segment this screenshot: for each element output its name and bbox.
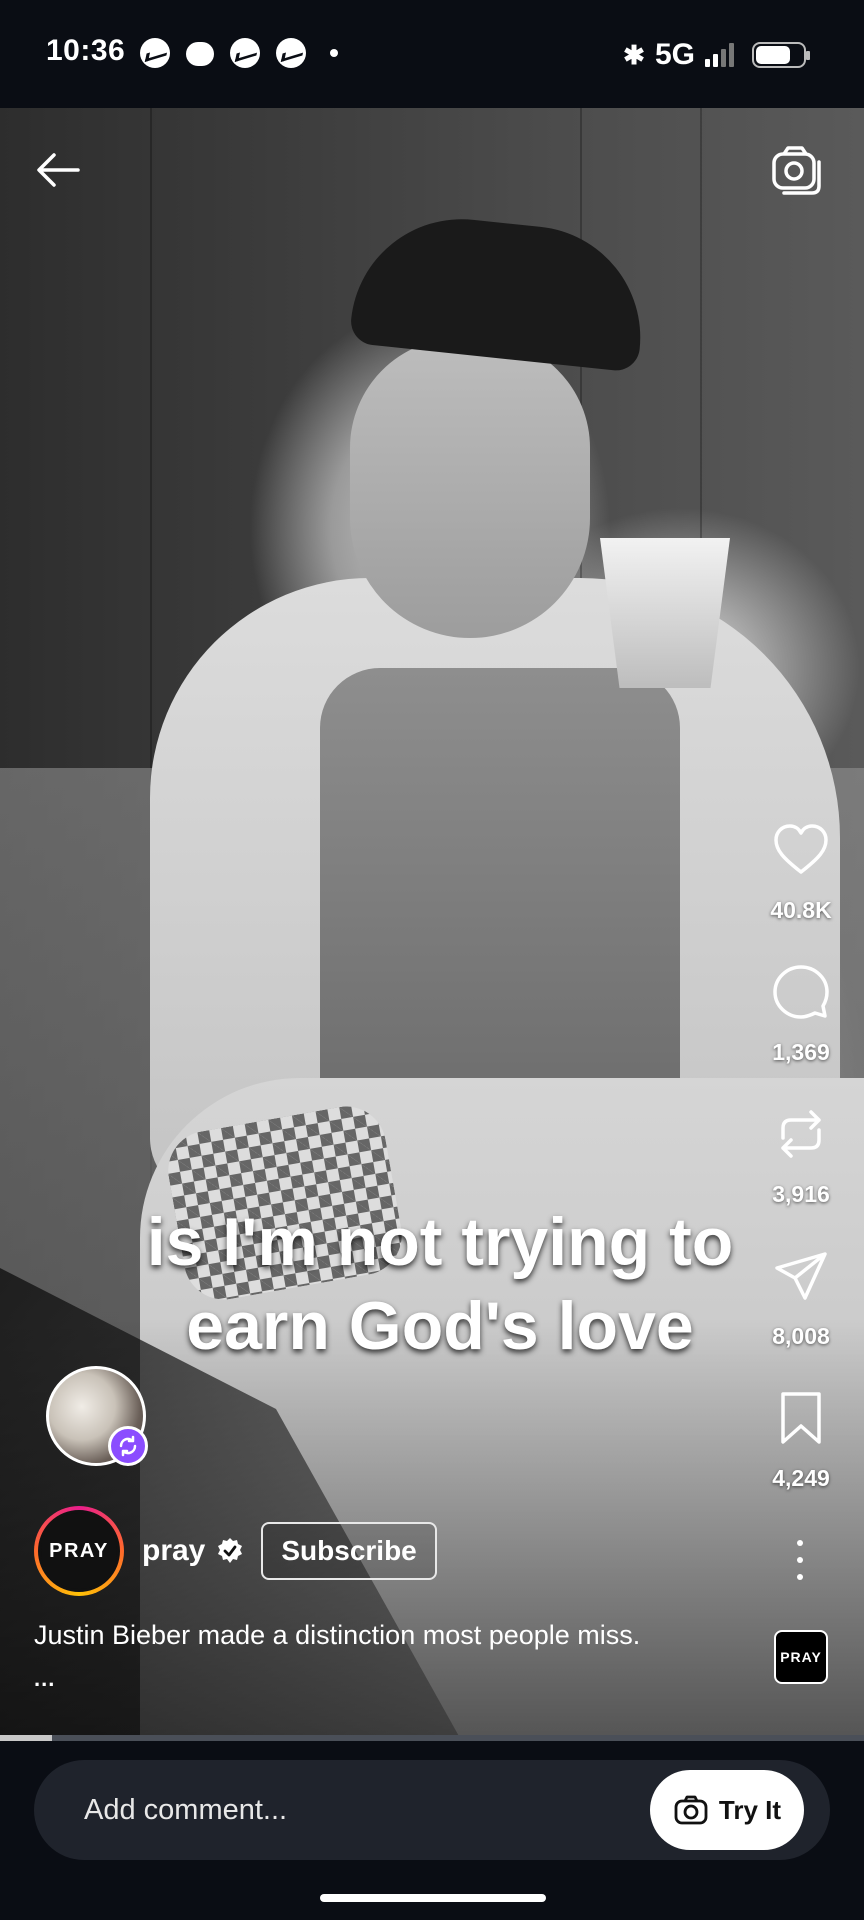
- comment-count: 1,369: [772, 1039, 830, 1065]
- refresh-icon: [119, 1435, 137, 1457]
- like-action[interactable]: 40.8K: [756, 820, 846, 924]
- chat-icon: [186, 42, 214, 66]
- notification-icons: [140, 38, 338, 68]
- repost-icon: [781, 1110, 821, 1158]
- try-it-button[interactable]: Try It: [650, 1770, 804, 1850]
- post-description[interactable]: Justin Bieber made a distinction most pe…: [34, 1620, 754, 1651]
- more-dot: [797, 1574, 803, 1580]
- video-player[interactable]: [0, 108, 864, 1738]
- author-avatar[interactable]: PRAY: [34, 1506, 124, 1596]
- arrow-left-icon: [37, 153, 80, 187]
- person-cap: [348, 208, 652, 373]
- author-avatar-text: PRAY: [38, 1510, 120, 1592]
- verified-icon: [218, 1538, 243, 1563]
- subscribe-button[interactable]: Subscribe: [261, 1522, 437, 1580]
- network-label: 5G: [654, 38, 695, 71]
- author-row: PRAY pray Subscribe: [34, 1506, 437, 1596]
- share-count: 8,008: [772, 1323, 830, 1349]
- share-action[interactable]: 8,008: [756, 1246, 846, 1350]
- save-action[interactable]: 4,249: [756, 1388, 846, 1492]
- save-count: 4,249: [772, 1465, 830, 1491]
- like-count: 40.8K: [770, 897, 832, 923]
- repost-action[interactable]: 3,916: [756, 1104, 846, 1208]
- person-face: [350, 338, 590, 638]
- comment-action[interactable]: 1,369: [756, 962, 846, 1066]
- back-button[interactable]: [30, 140, 90, 200]
- more-options-button[interactable]: [790, 1540, 810, 1580]
- reel-screen: 10:36 ✱ 5G is I'm not trying to earn God…: [0, 0, 864, 1920]
- signal-icon: [705, 43, 734, 67]
- more-dot: [797, 1557, 803, 1563]
- status-bar: 10:36 ✱ 5G: [0, 0, 864, 108]
- status-time: 10:36: [46, 34, 126, 67]
- home-indicator[interactable]: [320, 1894, 546, 1902]
- video-progress-bar[interactable]: [0, 1735, 864, 1741]
- video-caption: is I'm not trying to earn God's love: [146, 1204, 734, 1364]
- messenger-icon: [276, 38, 306, 68]
- dot-icon: [330, 49, 338, 57]
- collab-badge: [108, 1426, 148, 1466]
- video-progress-fill: [0, 1735, 52, 1741]
- camera-icon: [674, 1795, 708, 1825]
- status-right: ✱ 5G: [623, 38, 810, 72]
- author-name[interactable]: pray: [142, 1534, 205, 1568]
- camera-button[interactable]: [766, 140, 826, 200]
- paper-cup: [600, 538, 730, 688]
- more-dot: [797, 1540, 803, 1546]
- messenger-icon: [140, 38, 170, 68]
- send-icon: [775, 1252, 827, 1300]
- bluetooth-icon: ✱: [623, 39, 645, 70]
- audio-badge[interactable]: PRAY: [774, 1630, 828, 1684]
- description-more[interactable]: ...: [34, 1666, 55, 1692]
- messenger-icon: [230, 38, 260, 68]
- camera-icon: [772, 146, 821, 195]
- comment-bar: Add comment... Try It: [34, 1760, 830, 1860]
- repost-count: 3,916: [772, 1181, 830, 1207]
- comment-icon: [773, 965, 829, 1019]
- try-it-label: Try It: [718, 1794, 782, 1825]
- comment-input[interactable]: Add comment...: [84, 1760, 287, 1860]
- battery-icon: [752, 42, 810, 68]
- heart-icon: [774, 824, 828, 874]
- bookmark-icon: [781, 1392, 821, 1444]
- person-jersey: [320, 668, 680, 1098]
